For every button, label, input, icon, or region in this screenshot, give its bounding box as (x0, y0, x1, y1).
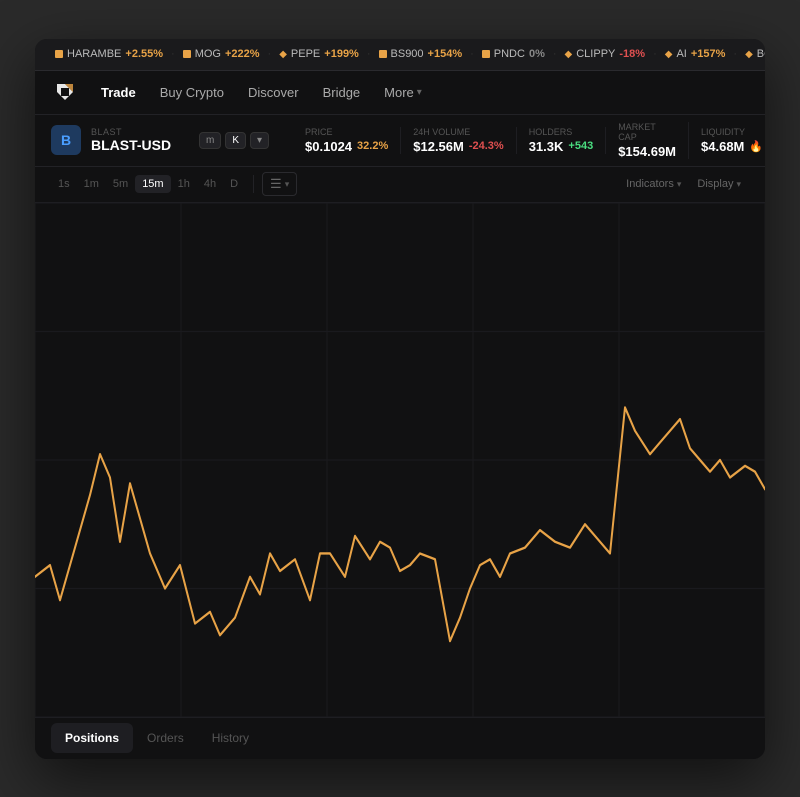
token-identity: B BLAST BLAST-USD (51, 125, 191, 155)
ticker-dot (55, 50, 63, 58)
chevron-down-icon: ▾ (736, 179, 741, 190)
volume-change: -24.3% (469, 140, 504, 152)
market-cap-value: $154.69M (618, 144, 676, 159)
nav-bridge[interactable]: Bridge (313, 79, 371, 106)
key-k-button[interactable]: K (225, 132, 246, 149)
tab-history[interactable]: History (198, 723, 263, 753)
token-logo: B (51, 125, 81, 155)
bottom-tabs: Positions Orders History (35, 717, 765, 759)
diamond-icon: ◆ (279, 49, 287, 60)
stat-holders: Holders 31.3K +543 (517, 127, 606, 154)
volume-value: $12.56M (413, 139, 464, 154)
price-change: 32.2% (357, 140, 388, 152)
tab-orders[interactable]: Orders (133, 723, 198, 753)
nav-bar: Trade Buy Crypto Discover Bridge More ▾ (35, 71, 765, 115)
tab-positions[interactable]: Positions (51, 723, 133, 753)
nav-buy-crypto[interactable]: Buy Crypto (150, 79, 234, 106)
display-button[interactable]: Display ▾ (689, 175, 749, 193)
key-m-button[interactable]: m (199, 132, 221, 149)
diamond-icon: ◆ (665, 49, 673, 60)
timeframe-15m[interactable]: 15m (135, 175, 170, 193)
timeframe-5m[interactable]: 5m (106, 175, 135, 193)
stat-volume: 24h volume $12.56M -24.3% (401, 127, 516, 154)
indicators-button[interactable]: Indicators ▾ (618, 175, 689, 193)
ticker-item-mog[interactable]: MOG +222% (175, 48, 268, 60)
chevron-down-icon: ▾ (285, 179, 290, 190)
diamond-icon: ◆ (565, 49, 573, 60)
chart-area[interactable] (35, 203, 765, 717)
ticker-item-clippy[interactable]: ◆ CLIPPY -18% (557, 48, 654, 60)
holders-value: 31.3K (529, 139, 564, 154)
ticker-item-bobo[interactable]: ◆ BOBO +133% (737, 48, 765, 60)
token-dropdown[interactable]: ▾ (250, 132, 269, 149)
price-chart (35, 203, 765, 717)
token-label: BLAST (91, 127, 171, 137)
timeframe-1s[interactable]: 1s (51, 175, 77, 193)
token-bar: B BLAST BLAST-USD m K ▾ Price $0.1024 32… (35, 115, 765, 167)
price-line (35, 407, 765, 641)
app-window: HARAMBE +2.55% · MOG +222% · ◆ PEPE +199… (35, 39, 765, 759)
stat-market-cap: Market Cap $154.69M (606, 122, 689, 159)
chart-controls: 1s 1m 5m 15m 1h 4h D ☰ ▾ Indicators ▾ Di… (35, 167, 765, 203)
logo[interactable] (51, 78, 79, 106)
ticker-item-bs900[interactable]: BS900 +154% (371, 48, 471, 60)
timeframe-4h[interactable]: 4h (197, 175, 223, 193)
ticker-item-pepe[interactable]: ◆ PEPE +199% (271, 48, 367, 60)
ticker-item-pndc[interactable]: PNDC 0% (474, 48, 553, 60)
liquidity-value: $4.68M (701, 139, 744, 154)
fire-icon: 🔥 (749, 140, 763, 153)
ctrl-separator (253, 175, 254, 193)
ticker-dot (183, 50, 191, 58)
ticker-dot (482, 50, 490, 58)
token-name-block: BLAST BLAST-USD (91, 127, 171, 153)
ticker-item-harambe[interactable]: HARAMBE +2.55% (47, 48, 171, 60)
token-full-name: BLAST-USD (91, 137, 171, 153)
chart-type-button[interactable]: ☰ ▾ (262, 172, 297, 196)
ticker-dot (379, 50, 387, 58)
chevron-down-icon: ▾ (417, 87, 422, 98)
token-controls: m K ▾ (199, 132, 269, 149)
chevron-down-icon: ▾ (677, 179, 682, 190)
stat-liquidity: Liquidity $4.68M 🔥 (689, 127, 765, 154)
ticker-bar: HARAMBE +2.55% · MOG +222% · ◆ PEPE +199… (35, 39, 765, 71)
nav-trade[interactable]: Trade (91, 79, 146, 106)
stat-price: Price $0.1024 32.2% (293, 127, 401, 154)
chart-type-icon: ☰ (270, 176, 282, 192)
diamond-icon: ◆ (745, 49, 753, 60)
timeframe-1m[interactable]: 1m (77, 175, 106, 193)
nav-more[interactable]: More ▾ (374, 79, 432, 106)
timeframe-1h[interactable]: 1h (171, 175, 197, 193)
nav-discover[interactable]: Discover (238, 79, 309, 106)
ticker-item-ai[interactable]: ◆ AI +157% (657, 48, 734, 60)
holders-change: +543 (568, 140, 593, 152)
price-value: $0.1024 (305, 139, 352, 154)
timeframe-d[interactable]: D (223, 175, 245, 193)
